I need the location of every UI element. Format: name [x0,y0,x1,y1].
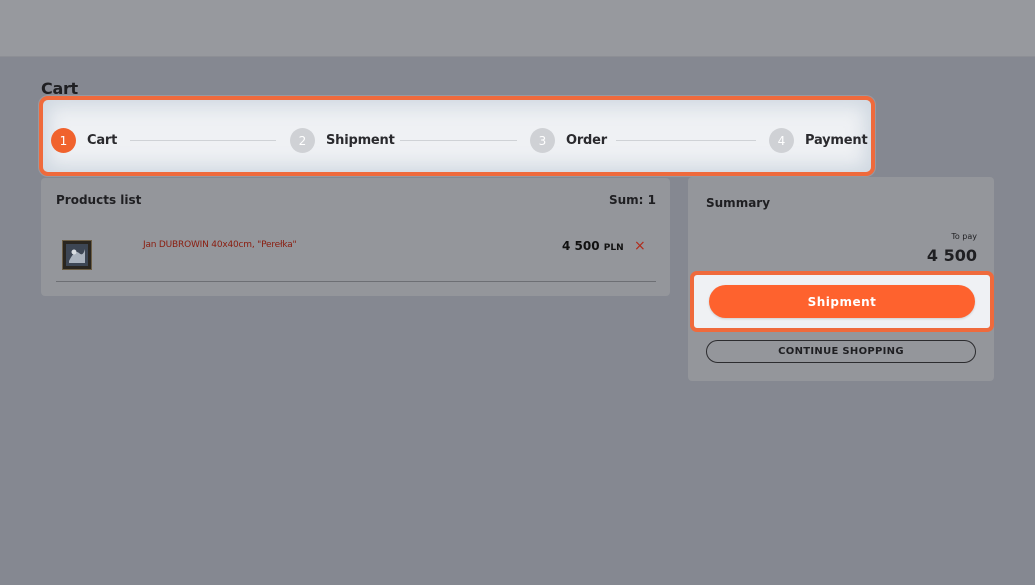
step-payment[interactable]: 4 Payment [769,128,868,153]
top-navigation-bar [0,0,1035,57]
product-name-link[interactable]: Jan DUBROWIN 40x40cm, "Perełka" [143,240,297,250]
step-label: Payment [805,133,868,148]
to-pay-amount: 4 500 [926,246,977,265]
step-order[interactable]: 3 Order [530,128,607,153]
stepper-highlight [43,100,871,172]
step-number: 4 [769,128,794,153]
products-sum: Sum: 1 [608,193,656,207]
summary-title: Summary [706,196,771,210]
continue-shopping-button[interactable]: CONTINUE SHOPPING [706,340,976,363]
product-thumbnail[interactable] [62,240,92,270]
remove-item-button[interactable]: × [634,238,646,254]
close-icon: × [634,238,646,254]
step-number: 3 [530,128,555,153]
checkout-stepper: 1 Cart 2 Shipment 3 Order 4 Payment [39,96,875,176]
step-connector [616,140,756,141]
step-connector [130,140,276,141]
step-cart[interactable]: 1 Cart [51,128,117,153]
to-pay-label: To pay [951,232,977,241]
painting-icon [63,241,91,269]
step-label: Order [566,133,607,148]
products-panel: Products list Sum: 1 Jan DUBROWIN 40x40c… [41,178,670,296]
price-currency: PLN [603,243,624,253]
step-label: Shipment [326,133,395,148]
step-label: Cart [87,133,118,148]
products-title: Products list [56,193,142,207]
step-number: 1 [51,128,76,153]
step-number: 2 [290,128,315,153]
step-connector [400,140,517,141]
divider [56,281,656,282]
price-value: 4 500 [562,239,600,253]
step-shipment[interactable]: 2 Shipment [290,128,395,153]
product-price: 4 500 PLN [562,239,624,253]
shipment-button[interactable]: Shipment [709,285,975,318]
